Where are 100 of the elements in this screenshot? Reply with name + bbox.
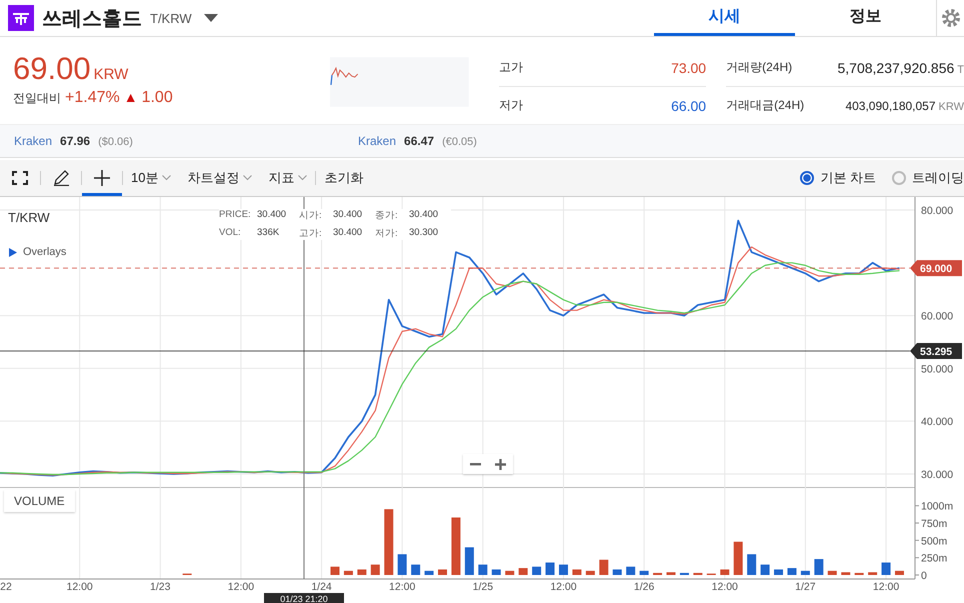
legend-label: 시가: xyxy=(299,209,323,222)
volume-bar xyxy=(558,564,568,575)
volume-bar xyxy=(572,569,582,575)
pair-label: T/KRW xyxy=(150,10,192,26)
legend-label: 고가: xyxy=(299,227,323,240)
chart-type-radio[interactable]: 기본 차트 xyxy=(800,169,876,187)
legend-value: 30.400 xyxy=(257,209,288,222)
settings-icon[interactable] xyxy=(940,7,962,29)
legend-label: VOL: xyxy=(219,227,242,240)
toolbar-menu[interactable]: 차트설정 xyxy=(179,160,260,196)
change-percent: +1.47% xyxy=(65,89,120,107)
axis-label: 1000m xyxy=(921,500,954,513)
axis-label: 60.000 xyxy=(921,310,954,323)
stat-value: 403,090,180,057 xyxy=(845,98,936,112)
volume-bar xyxy=(424,570,434,575)
volume-bar xyxy=(640,570,649,575)
volume-bar xyxy=(720,569,730,575)
volume-bar xyxy=(828,570,837,575)
stat-label: 고가 xyxy=(498,59,523,76)
axis-label: 12:00 xyxy=(66,581,93,593)
volume-bar xyxy=(398,554,407,575)
axis-label: 12:00 xyxy=(872,581,900,593)
volume-bar xyxy=(344,570,353,575)
exchange-difference: ($0.06) xyxy=(98,136,133,148)
axis-label: 12:00 xyxy=(712,581,738,593)
volume-bar xyxy=(518,568,528,575)
volume-bar xyxy=(774,569,784,575)
volume-bar xyxy=(666,572,676,575)
exchange-price: 67.96 xyxy=(60,134,90,148)
axis-label: 1/23 xyxy=(150,581,170,593)
axis-label: 22 xyxy=(0,581,12,593)
coin-name: 쓰레스홀드 xyxy=(42,6,142,32)
pencil-icon xyxy=(52,170,70,186)
current-price: 69.00 xyxy=(13,51,91,87)
volume-bar xyxy=(854,572,864,575)
stat-value: 5,708,237,920.856 xyxy=(837,60,954,76)
legend-value: 30.400 xyxy=(333,209,364,222)
volume-bar xyxy=(586,570,595,575)
volume-bar xyxy=(747,554,756,575)
price-tag xyxy=(910,260,962,276)
legend-value: 30.400 xyxy=(409,209,440,222)
volume-bar xyxy=(894,570,904,575)
axis-label: 1/26 xyxy=(634,581,654,593)
stat-label: 거래량(24H) xyxy=(726,59,792,76)
crosshair-icon xyxy=(94,170,110,186)
radio-label: 기본 차트 xyxy=(820,169,876,187)
volume-bar xyxy=(370,564,380,575)
radio-icon[interactable] xyxy=(800,171,814,185)
volume-bar xyxy=(680,572,689,575)
exchange-name[interactable]: Kraken xyxy=(14,134,52,148)
toolbar-menu[interactable]: 초기화 xyxy=(316,160,372,196)
chart-type-radio[interactable]: 트레이딩 xyxy=(892,169,964,187)
change-label: 전일대비 xyxy=(13,90,61,107)
price-tag-label: 53.295 xyxy=(920,346,952,358)
crosshair-time: 01/23 21:20 xyxy=(264,593,344,603)
axis-label: 50.000 xyxy=(921,363,954,376)
volume-bar xyxy=(734,542,743,575)
exchange-price: 66.47 xyxy=(404,134,434,148)
radio-icon[interactable] xyxy=(892,171,906,185)
toolbar-menu[interactable]: 지표 xyxy=(260,160,316,196)
toolbar-menu[interactable]: 10분 xyxy=(123,160,180,196)
legend-label: 저가: xyxy=(375,227,399,240)
volume-bar xyxy=(787,568,796,575)
volume-bar xyxy=(492,569,501,575)
volume-bar xyxy=(464,547,474,575)
axis-label: 80.000 xyxy=(921,205,954,217)
tab[interactable]: 정보 xyxy=(795,0,936,36)
exchange-name[interactable]: Kraken xyxy=(358,134,396,148)
volume-bar xyxy=(693,572,702,575)
axis-label: 12:00 xyxy=(228,581,254,593)
axis-label: 1/27 xyxy=(795,581,816,593)
logo-icon xyxy=(8,5,34,31)
minus-icon xyxy=(470,462,481,466)
chevron-down-icon xyxy=(298,175,308,181)
change-arrow: ▲ xyxy=(124,89,138,105)
volume-bar xyxy=(546,562,555,575)
unit-label: KRW xyxy=(938,100,964,112)
volume-bar xyxy=(599,560,608,575)
tab[interactable]: 시세 xyxy=(654,0,795,36)
axis-label: 750m xyxy=(921,518,948,530)
stat-label: 저가 xyxy=(498,97,523,114)
volume-bar xyxy=(384,509,394,575)
stat-value: 73.00 xyxy=(671,60,706,76)
axis-label: 500m xyxy=(921,535,948,548)
stat-value: 66.00 xyxy=(671,98,706,114)
chevron-down-icon xyxy=(162,175,172,181)
volume-button[interactable]: VOLUME xyxy=(4,490,75,512)
volume-bar xyxy=(841,572,850,575)
axis-label: 12:00 xyxy=(550,581,577,593)
change-amount: 1.00 xyxy=(142,89,173,107)
volume-bar xyxy=(760,564,770,575)
volume-bar xyxy=(653,572,662,575)
caret-icon[interactable] xyxy=(204,14,218,22)
axis-label: 1/24 xyxy=(311,581,332,593)
volume-bar xyxy=(612,569,622,575)
volume-bar xyxy=(478,564,488,575)
volume-bar xyxy=(357,569,366,575)
overlays-toggle[interactable]: Overlays xyxy=(9,246,66,258)
legend-value: 30.300 xyxy=(409,227,440,240)
price-tag-label: 69.000 xyxy=(920,263,952,276)
